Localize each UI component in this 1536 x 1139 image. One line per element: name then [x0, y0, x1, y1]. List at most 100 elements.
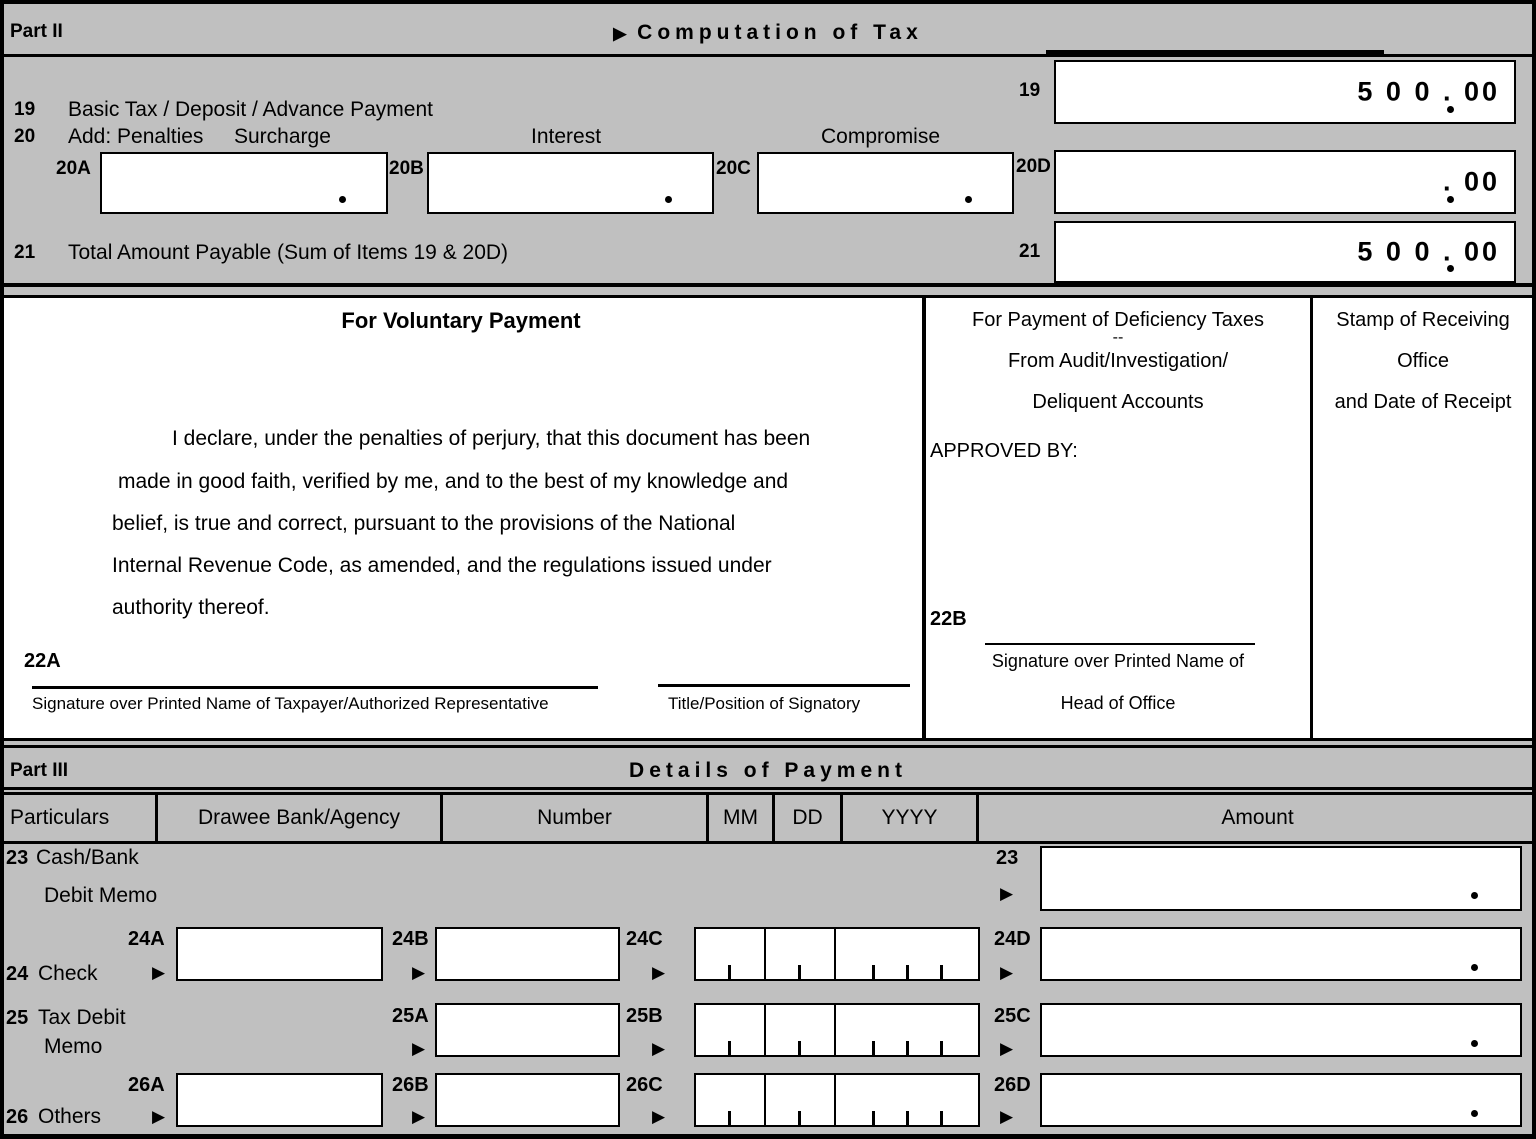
row26-label-line1: Others [38, 1105, 102, 1128]
stamp-drop-area[interactable] [1316, 420, 1530, 735]
row26c-tag: 26C [626, 1074, 663, 1096]
col-header-dd: DD [792, 806, 823, 829]
line19-box-number: 19 [1019, 80, 1041, 101]
row24a-drawee-bank-field[interactable] [176, 927, 383, 981]
row23-amount-field[interactable] [1040, 846, 1522, 911]
line19-amount-value: 5 0 0 . 00 [1357, 76, 1500, 107]
row25b-arrow-icon: ▶ [652, 1039, 666, 1058]
row26c-dd-yyyy-separator [834, 1075, 836, 1125]
line21-amount-value: 5 0 0 . 00 [1357, 236, 1500, 267]
row23-label-line2: Debit Memo [44, 884, 158, 907]
row26d-arrow-icon: ▶ [1000, 1107, 1014, 1126]
row25b-tick-5 [940, 1041, 943, 1055]
tag-22a: 22A [24, 650, 61, 672]
row26d-decimal-dot [1471, 1110, 1478, 1117]
row26c-tick-2 [798, 1111, 801, 1125]
line20b-decimal-dot [665, 196, 672, 203]
row25b-date-field[interactable] [694, 1003, 980, 1057]
row24d-arrow-icon: ▶ [1000, 963, 1014, 982]
row26c-tick-5 [940, 1111, 943, 1125]
line21-decimal-dot [1447, 265, 1454, 272]
row26a-arrow-icon: ▶ [152, 1107, 166, 1126]
line20-surcharge-header: Surcharge [234, 125, 331, 148]
row25-label-line1: Tax Debit [38, 1006, 126, 1029]
line21-amount-field[interactable]: 5 0 0 . 00 [1054, 221, 1516, 283]
row25a-number-field[interactable] [435, 1003, 620, 1057]
row26d-amount-field[interactable] [1040, 1073, 1522, 1127]
line20c-compromise-field[interactable] [757, 152, 1014, 214]
row24c-tick-3 [872, 965, 875, 979]
row24-label-line1: Check [38, 962, 98, 985]
row26b-arrow-icon: ▶ [412, 1107, 426, 1126]
line19-number: 19 [14, 99, 36, 120]
row25c-amount-field[interactable] [1040, 1003, 1522, 1057]
row25-label-line2: Memo [44, 1035, 103, 1058]
line20-compromise-header: Compromise [821, 125, 941, 148]
line19-amount-field[interactable]: 5 0 0 . 00 [1054, 60, 1516, 124]
row24b-arrow-icon: ▶ [412, 963, 426, 982]
row26c-tick-4 [906, 1111, 909, 1125]
row25a-tag: 25A [392, 1005, 429, 1027]
head-of-office-signature-line[interactable] [985, 643, 1255, 645]
line20-label: Add: Penalties [68, 125, 204, 148]
taxpayer-signature-line[interactable] [32, 686, 598, 689]
row25b-tag: 25B [626, 1005, 663, 1027]
deficiency-heading-line2: -- [1112, 329, 1124, 346]
row25b-tick-4 [906, 1041, 909, 1055]
voluntary-heading: For Voluntary Payment [341, 308, 581, 333]
line20d-amount-field[interactable]: . 00 [1054, 150, 1516, 214]
row26c-date-field[interactable] [694, 1073, 980, 1127]
row24a-arrow-icon: ▶ [152, 963, 166, 982]
row25b-dd-yyyy-separator [834, 1005, 836, 1055]
row25b-mm-dd-separator [764, 1005, 766, 1055]
row25b-tick-3 [872, 1041, 875, 1055]
title-position-signature-line[interactable] [658, 684, 910, 687]
row24b-number-field[interactable] [435, 927, 620, 981]
line20b-tag: 20B [389, 158, 424, 179]
row26b-number-field[interactable] [435, 1073, 620, 1127]
row26c-tick-3 [872, 1111, 875, 1125]
row24-number: 24 [6, 963, 29, 985]
row26b-tag: 26B [392, 1074, 429, 1096]
row26a-drawee-bank-field[interactable] [176, 1073, 383, 1127]
row25c-arrow-icon: ▶ [1000, 1039, 1014, 1058]
row25-number: 25 [6, 1007, 29, 1029]
line20d-tag: 20D [1016, 156, 1051, 177]
row24c-mm-dd-separator [764, 929, 766, 979]
line20a-surcharge-field[interactable] [100, 152, 388, 214]
line20-number: 20 [14, 126, 36, 147]
line21-box-number: 21 [1019, 241, 1041, 262]
head-of-office-caption-line2: Head of Office [1060, 693, 1176, 713]
row25b-tick-1 [728, 1041, 731, 1055]
stamp-caption-line2: Office [1397, 350, 1449, 372]
stamp-caption-line3: and Date of Receipt [1334, 391, 1512, 413]
row26c-arrow-icon: ▶ [652, 1107, 666, 1126]
line21-label: Total Amount Payable (Sum of Items 19 & … [68, 241, 509, 264]
part2-title-text: Computation of Tax [637, 21, 923, 44]
col-header-yyyy: YYYY [881, 806, 938, 829]
declaration-line-2: made in good faith, verified by me, and … [118, 470, 789, 493]
line20b-interest-field[interactable] [427, 152, 714, 214]
row26c-tick-1 [728, 1111, 731, 1125]
col-header-mm: MM [723, 806, 758, 829]
title-position-caption: Title/Position of Signatory [668, 694, 861, 713]
row23-amount-tag: 23 [996, 847, 1019, 869]
declaration-line-4: Internal Revenue Code, as amended, and t… [112, 554, 772, 577]
tax-form-page: Part II ▶ Computation of Tax 19 Basic Ta… [0, 0, 1536, 1139]
line19-label: Basic Tax / Deposit / Advance Payment [68, 98, 433, 121]
row24c-date-field[interactable] [694, 927, 980, 981]
row26a-tag: 26A [128, 1074, 165, 1096]
row26d-tag: 26D [994, 1074, 1031, 1096]
row26c-mm-dd-separator [764, 1075, 766, 1125]
line20c-tag: 20C [716, 158, 751, 179]
declaration-line-3: belief, is true and correct, pursuant to… [112, 512, 736, 535]
row24c-dd-yyyy-separator [834, 929, 836, 979]
row24d-tag: 24D [994, 928, 1031, 950]
row24c-tick-4 [906, 965, 909, 979]
row25b-tick-2 [798, 1041, 801, 1055]
declaration-line-5: authority thereof. [112, 596, 270, 619]
line20c-decimal-dot [965, 196, 972, 203]
part2-title: ▶ Computation of Tax [0, 21, 1536, 45]
row25c-tag: 25C [994, 1005, 1031, 1027]
row24d-amount-field[interactable] [1040, 927, 1522, 981]
